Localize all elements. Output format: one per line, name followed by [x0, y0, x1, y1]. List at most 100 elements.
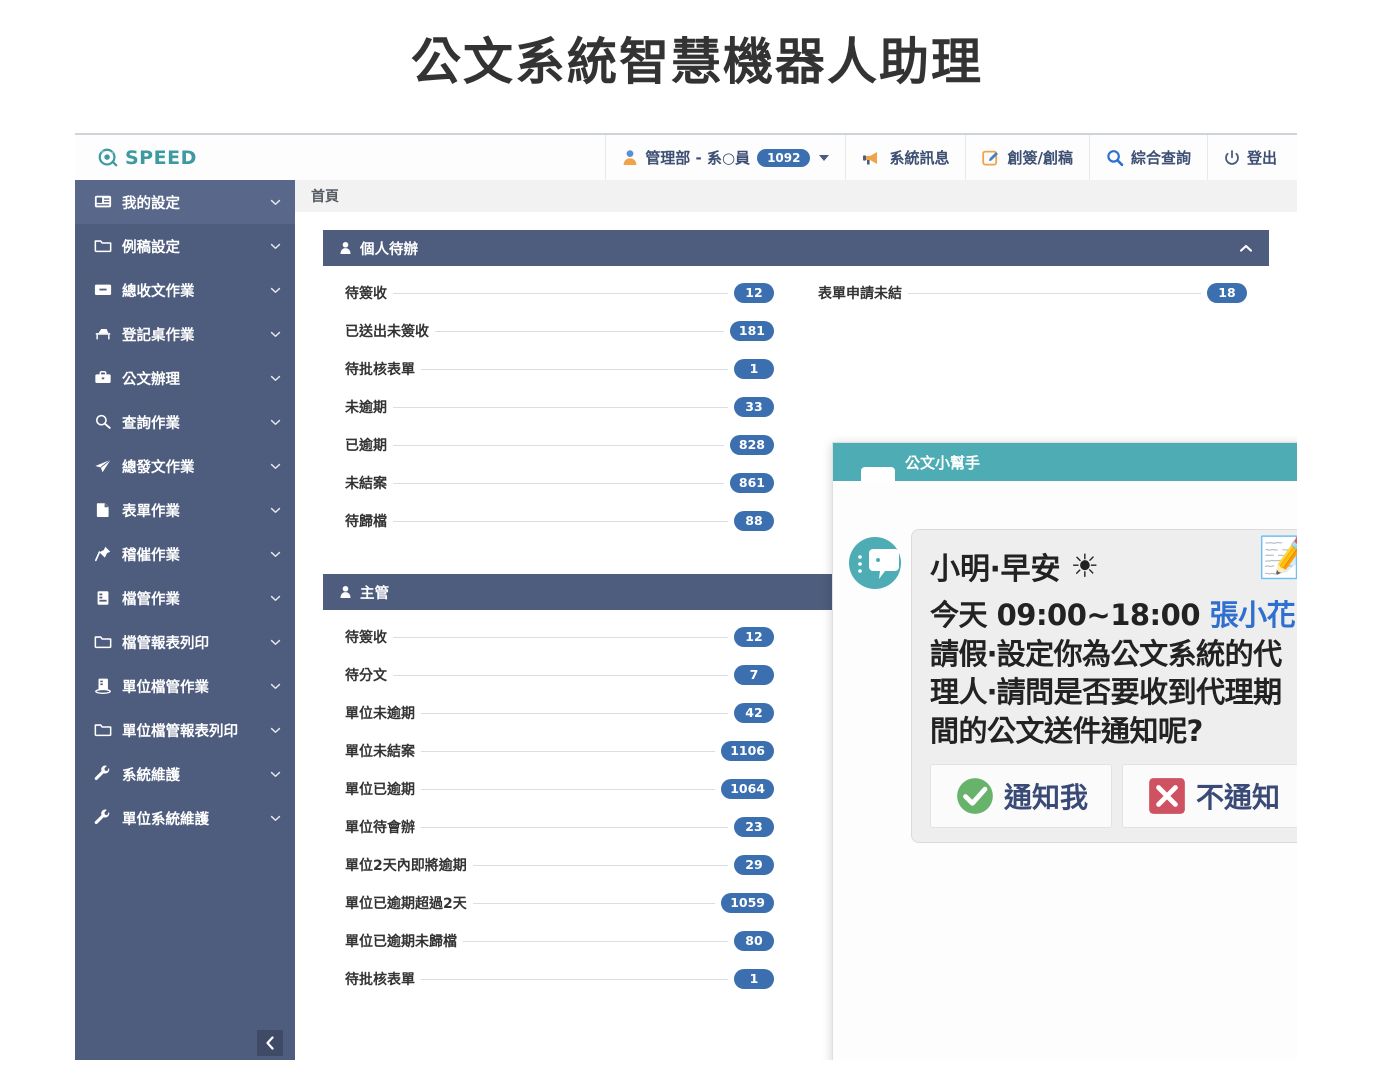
- todo-count-badge: 12: [734, 283, 774, 303]
- sidebar-item-10[interactable]: 檔管作業: [75, 576, 295, 620]
- todo-row[interactable]: 單位未逾期 42: [345, 694, 774, 732]
- chevron-down-icon: [270, 551, 281, 557]
- nav-label: 綜合查詢: [1130, 149, 1191, 167]
- todo-label: 待分文: [345, 668, 387, 684]
- desk-icon: [95, 329, 111, 340]
- id-card-icon: [94, 195, 112, 208]
- chevron-down-icon: [270, 771, 281, 777]
- x-square-icon: [1149, 778, 1185, 815]
- sidebar-item-15[interactable]: 單位系統維護: [75, 796, 295, 840]
- nav-item-combined-search[interactable]: 綜合查詢: [1088, 135, 1207, 180]
- nav-label: 登出: [1246, 149, 1277, 167]
- brand[interactable]: SPEED: [75, 135, 505, 180]
- todo-row[interactable]: 待簽收 12: [345, 274, 774, 312]
- power-icon: [1225, 149, 1239, 165]
- sidebar-item-label: 例稿設定: [122, 239, 180, 256]
- todo-row[interactable]: 單位2天內即將逾期 29: [345, 846, 774, 884]
- chevron-up-icon[interactable]: [1239, 244, 1253, 253]
- todo-row[interactable]: 待歸檔 88: [345, 502, 774, 540]
- user-icon: [623, 150, 637, 165]
- todo-count-badge: 33: [734, 397, 774, 417]
- sidebar-item-13[interactable]: 單位檔管報表列印: [75, 708, 295, 752]
- todo-leader-line: [393, 292, 728, 294]
- nav-item-logout[interactable]: 登出: [1206, 135, 1297, 180]
- todo-count-badge: 1: [734, 359, 774, 379]
- todo-count-badge: 29: [734, 855, 774, 875]
- todo-row[interactable]: 單位已逾期未歸檔 80: [345, 922, 774, 960]
- todo-count-badge: 12: [734, 627, 774, 647]
- todo-count-badge: 23: [734, 817, 774, 837]
- sidebar-item-11[interactable]: 檔管報表列印: [75, 620, 295, 664]
- todo-row[interactable]: 已逾期 828: [345, 426, 774, 464]
- chevron-down-icon: [270, 639, 281, 645]
- todo-row[interactable]: 待簽收 12: [345, 618, 774, 656]
- sidebar-item-7[interactable]: 總發文作業: [75, 444, 295, 488]
- sidebar-item-4[interactable]: 登記桌作業: [75, 312, 295, 356]
- sidebar-menu: 我的設定 例稿設定 總收文作業 登記桌作業 公文辦理 查詢作業 總發文作業 表單作業 稽催作業檔…: [75, 180, 295, 840]
- nav-item-system-messages[interactable]: 系統訊息: [845, 135, 965, 180]
- sidebar-item-label: 系統維護: [122, 767, 180, 784]
- todo-row[interactable]: 待批核表單 1: [345, 960, 774, 998]
- sidebar-item-2[interactable]: 例稿設定: [75, 224, 295, 268]
- todo-row[interactable]: 單位已逾期超過2天 1059: [345, 884, 774, 922]
- chevron-down-icon: [270, 727, 281, 733]
- todo-label: 已逾期: [345, 438, 387, 454]
- sidebar-item-5[interactable]: 公文辦理: [75, 356, 295, 400]
- todo-row[interactable]: 單位待會辦 23: [345, 808, 774, 846]
- todo-label: 單位已逾期未歸檔: [345, 934, 457, 950]
- todo-count-badge: 1064: [721, 779, 774, 799]
- todo-label: 單位已逾期超過2天: [345, 896, 467, 912]
- chevron-down-icon: [270, 595, 281, 601]
- chat-message-prefix: 今天 09:00~18:00: [930, 598, 1210, 632]
- todo-label: 待批核表單: [345, 972, 415, 988]
- chat-message-highlight: 張小花: [1209, 598, 1296, 632]
- sidebar-item-3[interactable]: 總收文作業: [75, 268, 295, 312]
- user-count-badge: 1092: [757, 148, 811, 167]
- todo-leader-line: [393, 520, 728, 522]
- chevron-down-icon: [270, 507, 281, 513]
- todo-row[interactable]: 待批核表單 1: [345, 350, 774, 388]
- sidebar-item-label: 查詢作業: [122, 415, 180, 432]
- chevron-left-icon: [266, 1036, 274, 1050]
- sidebar-item-12[interactable]: 單位檔管作業: [75, 664, 295, 708]
- chevron-down-icon: [270, 287, 281, 293]
- notify-me-button[interactable]: 通知我: [930, 764, 1112, 829]
- todo-row[interactable]: 單位未結案 1106: [345, 732, 774, 770]
- todo-leader-line: [908, 292, 1201, 294]
- todo-count-badge: 18: [1207, 283, 1247, 303]
- chat-message-suffix: 請假‧設定你為公文系統的代理人‧請問是否要收到代理期間的公文送件通知呢?: [930, 636, 1282, 748]
- sidebar-item-6[interactable]: 查詢作業: [75, 400, 295, 444]
- todo-row[interactable]: 待分文 7: [345, 656, 774, 694]
- compose-icon: [982, 150, 999, 165]
- todo-row[interactable]: 未逾期 33: [345, 388, 774, 426]
- sidebar-item-label: 單位檔管報表列印: [122, 723, 238, 740]
- todo-row[interactable]: 未結案 861: [345, 464, 774, 502]
- todo-row[interactable]: 單位已逾期 1064: [345, 770, 774, 808]
- todo-label: 單位已逾期: [345, 782, 415, 798]
- sidebar-collapse-button[interactable]: [257, 1030, 283, 1056]
- memo-emoji-icon: 📝: [1258, 538, 1297, 578]
- user-menu[interactable]: 管理部 - 系○員 1092: [605, 135, 845, 180]
- sidebar-item-9[interactable]: 稽催作業: [75, 532, 295, 576]
- sidebar-item-14[interactable]: 系統維護: [75, 752, 295, 796]
- todo-label: 待簽收: [345, 630, 387, 646]
- chevron-down-icon: [270, 199, 281, 205]
- archive-icon: [97, 591, 109, 605]
- todo-row[interactable]: 表單申請未結 18: [818, 274, 1247, 312]
- panel-header[interactable]: 個人待辦: [323, 230, 1269, 266]
- todo-leader-line: [393, 636, 728, 638]
- todo-column-left: 待簽收 12 已送出未簽收 181 待批核表單 1 未逾期 33 已逾期 828 未結案 861 待歸檔…: [323, 274, 796, 540]
- todo-row[interactable]: 已送出未簽收 181: [345, 312, 774, 350]
- chat-bubble: 📝 小明‧早安 ☀ 今天 09:00~18:00 張小花請假‧設定你為公文系統的…: [911, 529, 1297, 844]
- notify-me-label: 通知我: [1003, 781, 1088, 815]
- todo-leader-line: [421, 978, 728, 980]
- sidebar-item-8[interactable]: 表單作業: [75, 488, 295, 532]
- do-not-notify-button[interactable]: 不通知: [1122, 764, 1297, 829]
- chevron-down-icon: [270, 243, 281, 249]
- todo-count-badge: 181: [729, 321, 774, 341]
- archive-unit-icon: [95, 678, 111, 694]
- do-not-notify-label: 不通知: [1195, 781, 1280, 815]
- sidebar-item-1[interactable]: 我的設定: [75, 180, 295, 224]
- todo-label: 單位未結案: [345, 744, 415, 760]
- nav-item-create-draft[interactable]: 創簽/創稿: [965, 135, 1088, 180]
